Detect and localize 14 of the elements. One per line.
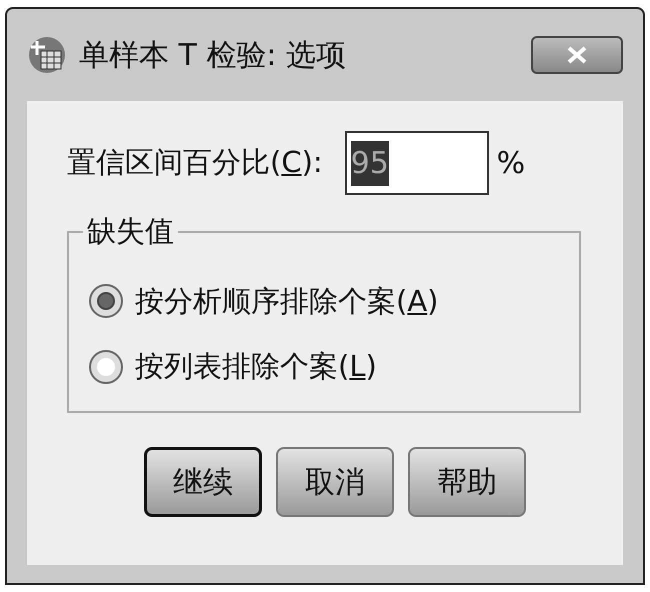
confidence-label: 置信区间百分比(C): (67, 144, 323, 182)
dialog-button[interactable]: 取消 (276, 447, 394, 517)
close-icon (565, 46, 589, 64)
radio-option[interactable]: 按分析顺序排除个案(A) (89, 280, 559, 323)
radio-button[interactable] (89, 284, 123, 318)
dialog-button[interactable]: 帮助 (408, 447, 526, 517)
radio-button[interactable] (89, 350, 123, 384)
confidence-field[interactable]: 95 (344, 131, 489, 195)
percent-unit: % (496, 144, 526, 182)
dialog-button[interactable]: 继续 (144, 447, 262, 517)
app-icon (27, 35, 67, 75)
radio-option[interactable]: 按列表排除个案(L) (89, 345, 559, 388)
window-title: 单样本 T 检验: 选项 (79, 36, 348, 74)
close-button[interactable] (531, 36, 623, 74)
